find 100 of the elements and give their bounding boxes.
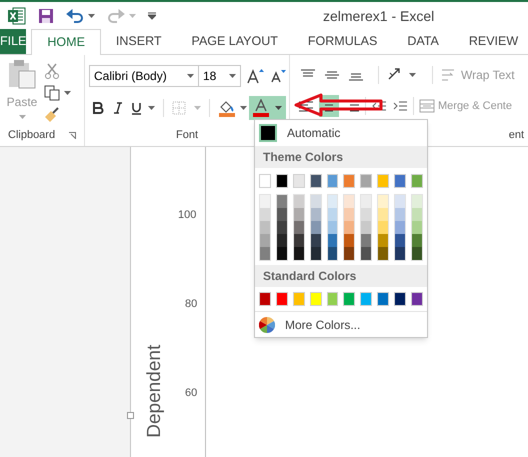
color-swatch[interactable] [328,208,338,221]
color-swatch[interactable] [310,234,321,247]
color-swatch[interactable] [360,174,372,188]
color-swatch[interactable] [412,208,422,221]
color-swatch[interactable] [344,221,354,234]
color-swatch[interactable] [344,234,354,247]
color-swatch[interactable] [310,174,322,188]
color-swatch[interactable] [412,195,422,208]
color-swatch[interactable] [394,292,406,306]
color-swatch[interactable] [361,234,372,247]
caret-icon[interactable] [88,14,95,18]
color-swatch[interactable] [395,234,406,247]
caret-icon[interactable] [64,91,71,95]
copy-icon[interactable] [44,85,60,101]
color-swatch[interactable] [294,195,304,208]
color-swatch[interactable] [260,221,270,234]
color-swatch[interactable] [276,221,287,234]
borders-icon[interactable] [172,101,186,115]
color-swatch[interactable] [328,195,338,208]
save-icon[interactable] [38,8,54,24]
color-swatch[interactable] [310,208,321,221]
font-color-button[interactable] [249,96,286,120]
color-swatch[interactable] [294,221,304,234]
format-painter-icon[interactable] [44,107,60,123]
color-swatch[interactable] [310,221,321,234]
dialog-launcher-icon[interactable] [69,132,76,138]
fill-color-icon[interactable] [218,99,236,117]
file-tab[interactable]: FILE [0,29,26,54]
ribbon-tab[interactable]: DATA [392,29,454,54]
font-size-field[interactable]: 18 [199,65,241,87]
color-swatch[interactable] [328,234,338,247]
color-swatch[interactable] [343,292,356,306]
color-swatch[interactable] [292,292,305,306]
color-swatch[interactable] [361,247,372,260]
color-swatch[interactable] [344,195,354,208]
color-swatch[interactable] [294,208,304,221]
color-swatch[interactable] [344,247,354,260]
ribbon-tab[interactable]: REVIEW [454,29,528,54]
color-swatch[interactable] [276,174,288,188]
color-swatch[interactable] [395,247,406,260]
color-swatch[interactable] [394,174,406,188]
color-swatch[interactable] [411,292,423,306]
color-swatch[interactable] [412,247,422,260]
ribbon-tab[interactable]: INSERT [100,29,177,54]
increase-indent-icon[interactable] [392,99,408,113]
customize-toolbar-icon[interactable] [148,12,156,20]
color-swatch[interactable] [259,174,271,188]
color-swatch[interactable] [412,221,422,234]
color-swatch[interactable] [344,208,354,221]
color-swatch[interactable] [360,292,372,306]
ribbon-tab[interactable]: HOME [31,29,101,55]
color-swatch[interactable] [326,292,338,306]
color-swatch[interactable] [310,247,321,260]
font-name-field[interactable]: Calibri (Body) [89,65,199,87]
color-swatch[interactable] [294,234,304,247]
caret-icon[interactable] [148,106,155,110]
color-swatch[interactable] [260,234,270,247]
decrease-indent-icon[interactable] [371,99,387,113]
excel-logo-icon[interactable] [8,7,26,25]
grow-font-icon[interactable] [247,68,265,84]
color-swatch[interactable] [276,234,287,247]
color-swatch[interactable] [395,195,406,208]
more-colors-item[interactable]: More Colors... [255,311,427,337]
color-swatch[interactable] [361,195,372,208]
italic-icon[interactable] [113,102,123,114]
color-swatch[interactable] [260,208,270,221]
color-swatch[interactable] [411,174,423,188]
color-swatch[interactable] [395,208,406,221]
color-swatch[interactable] [276,195,287,208]
align-left-icon[interactable] [298,99,314,113]
color-swatch[interactable] [294,247,304,260]
color-swatch[interactable] [361,208,372,221]
color-swatch[interactable] [260,247,270,260]
underline-icon[interactable] [131,102,142,114]
color-swatch[interactable] [328,221,338,234]
color-swatch[interactable] [377,174,390,188]
color-swatch[interactable] [310,195,321,208]
color-swatch[interactable] [361,221,372,234]
color-swatch[interactable] [378,208,388,221]
ribbon-tab[interactable]: PAGE LAYOUT [176,29,293,54]
color-swatch[interactable] [259,292,271,306]
scissors-icon[interactable] [44,63,60,79]
automatic-color-item[interactable]: Automatic [255,120,427,146]
color-swatch[interactable] [276,208,287,221]
color-swatch[interactable] [412,234,422,247]
ribbon-tab[interactable]: FORMULAS [292,29,392,54]
shrink-font-icon[interactable] [271,69,287,83]
undo-icon[interactable] [66,9,84,23]
color-swatch[interactable] [326,174,338,188]
color-swatch[interactable] [378,221,388,234]
color-swatch[interactable] [377,292,390,306]
bold-icon[interactable] [93,102,104,114]
color-swatch[interactable] [378,195,388,208]
color-swatch[interactable] [276,247,287,260]
color-swatch[interactable] [395,221,406,234]
color-swatch[interactable] [378,234,388,247]
caret-icon[interactable] [409,73,416,77]
color-swatch[interactable] [310,292,322,306]
color-swatch[interactable] [276,292,288,306]
color-swatch[interactable] [378,247,388,260]
